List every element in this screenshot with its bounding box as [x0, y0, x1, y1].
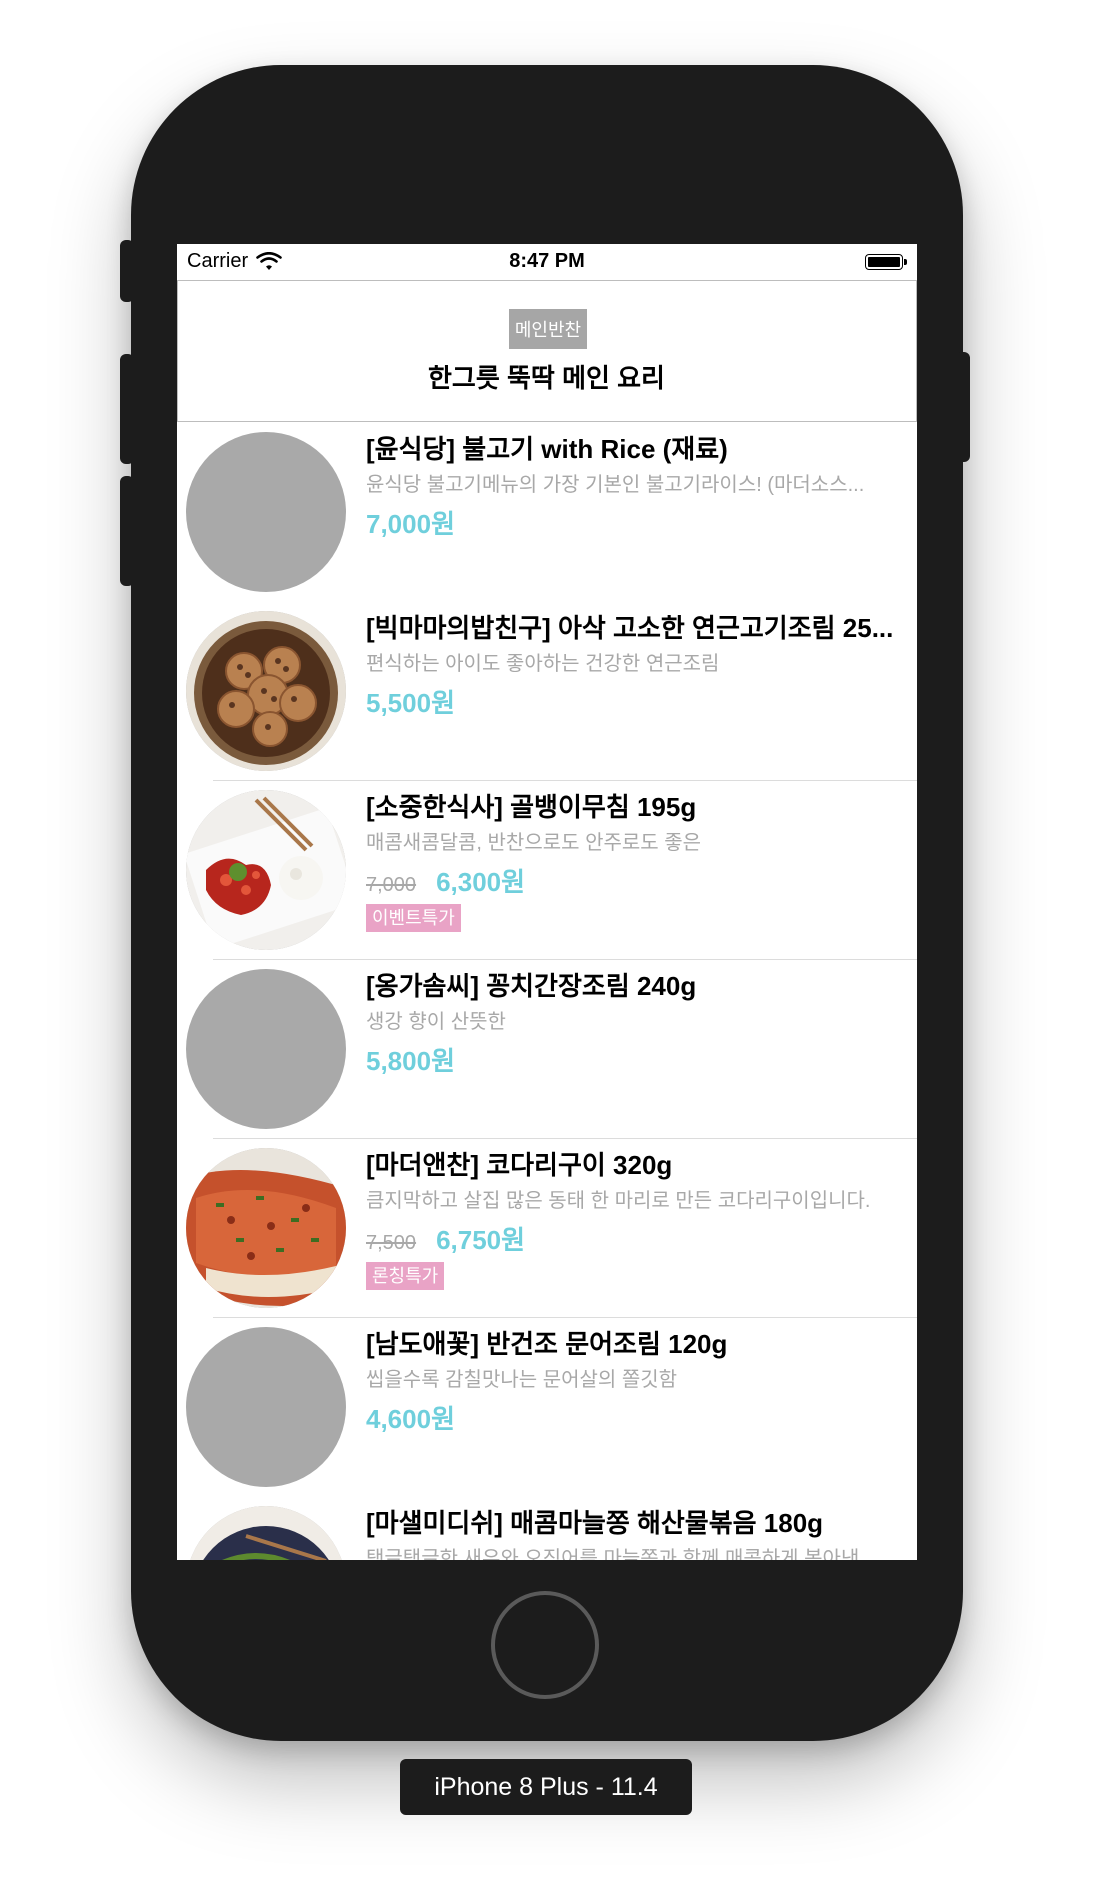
list-item[interactable]: [남도애꽃] 반건조 문어조림 120g 씹을수록 감칠맛나는 문어살의 쫄깃함… [177, 1317, 917, 1496]
product-description: 편식하는 아이도 좋아하는 건강한 연근조림 [366, 653, 720, 675]
original-price: 7,000 [366, 874, 417, 896]
row-separator [213, 959, 917, 960]
product-name: [남도애꽃] 반건조 문어조림 120g [366, 1329, 728, 1359]
product-description: 씹을수록 감칠맛나는 문어살의 쫄깃함 [366, 1369, 678, 1391]
product-name: [마더앤찬] 코다리구이 320g [366, 1150, 673, 1180]
product-name: [마샐미디쉬] 매콤마늘쫑 해산물볶음 180g [366, 1508, 824, 1538]
volume-up-button [120, 354, 134, 464]
category-title: 한그릇 뚝딱 메인 요리 [428, 363, 665, 393]
product-price: 5,500원 [366, 688, 455, 718]
category-badge: 메인반찬 [509, 309, 587, 349]
simulator-device-label: iPhone 8 Plus - 11.4 [400, 1759, 692, 1815]
battery-icon [865, 254, 907, 270]
grilled-pollock-image [186, 1148, 346, 1308]
product-price: 6,750원 [436, 1225, 526, 1255]
product-name: [소중한식사] 골뱅이무침 195g [366, 792, 697, 822]
volume-down-button [120, 476, 134, 586]
product-image-placeholder [186, 1327, 346, 1487]
list-item[interactable]: [빅마마의밥친구] 아삭 고소한 연근고기조림 25... 편식하는 아이도 좋… [177, 601, 917, 780]
row-separator [213, 780, 917, 781]
product-name: [윤식당] 불고기 with Rice (재료) [366, 434, 728, 464]
product-name: [빅마마의밥친구] 아삭 고소한 연근고기조림 25... [366, 613, 894, 643]
row-separator [213, 1317, 917, 1318]
list-item[interactable]: [소중한식사] 골뱅이무침 195g 매콤새콤달콤, 반찬으로도 안주로도 좋은… [177, 780, 917, 959]
home-button[interactable] [491, 1591, 599, 1699]
status-bar: Carrier 8:47 PM [177, 244, 917, 280]
product-list[interactable]: [윤식당] 불고기 with Rice (재료) 윤식당 불고기메뉴의 가장 기… [177, 422, 917, 1560]
app-screen: Carrier 8:47 PM 메인반찬 한그릇 뚝딱 메인 요리 [윤식당] … [177, 244, 917, 1560]
seafood-stirfry-image [186, 1506, 346, 1560]
product-description: 윤식당 불고기메뉴의 가장 기본인 불고기라이스! (마더소스... [366, 474, 865, 496]
row-separator [213, 1138, 917, 1139]
category-header: 메인반찬 한그릇 뚝딱 메인 요리 [177, 280, 917, 422]
product-description: 생강 향이 산뜻한 [366, 1011, 506, 1033]
power-button [956, 352, 970, 462]
product-description: 매콤새콤달콤, 반찬으로도 안주로도 좋은 [366, 832, 702, 854]
product-image-placeholder [186, 432, 346, 592]
product-price: 7,000원 [366, 509, 455, 539]
mute-switch [120, 240, 134, 302]
product-description: 큼지막하고 살집 많은 동태 한 마리로 만든 코다리구이입니다. [366, 1190, 871, 1212]
product-name: [옹가솜씨] 꽁치간장조림 240g [366, 971, 697, 1001]
launch-badge: 론칭특가 [366, 1262, 445, 1290]
product-price: 4,600원 [366, 1404, 455, 1434]
list-item[interactable]: [옹가솜씨] 꽁치간장조림 240g 생강 향이 산뜻한 5,800원 [177, 959, 917, 1138]
product-image-placeholder [186, 969, 346, 1129]
product-price: 5,800원 [366, 1046, 455, 1076]
product-description: 탱글탱글한 새우와 오징어를 마늘쫑과 함께 매콤하게 볶아낸... [366, 1548, 877, 1560]
original-price: 7,500 [366, 1232, 417, 1254]
status-time: 8:47 PM [509, 250, 585, 272]
list-item[interactable]: [윤식당] 불고기 with Rice (재료) 윤식당 불고기메뉴의 가장 기… [177, 422, 917, 601]
list-item[interactable]: [마샐미디쉬] 매콤마늘쫑 해산물볶음 180g 탱글탱글한 새우와 오징어를 … [177, 1496, 917, 1560]
list-item[interactable]: [마더앤찬] 코다리구이 320g 큼지막하고 살집 많은 동태 한 마리로 만… [177, 1138, 917, 1317]
event-badge: 이벤트특가 [366, 904, 461, 932]
whelk-salad-image [186, 790, 346, 950]
product-price: 6,300원 [436, 867, 526, 897]
lotus-root-dish-image [186, 611, 346, 771]
